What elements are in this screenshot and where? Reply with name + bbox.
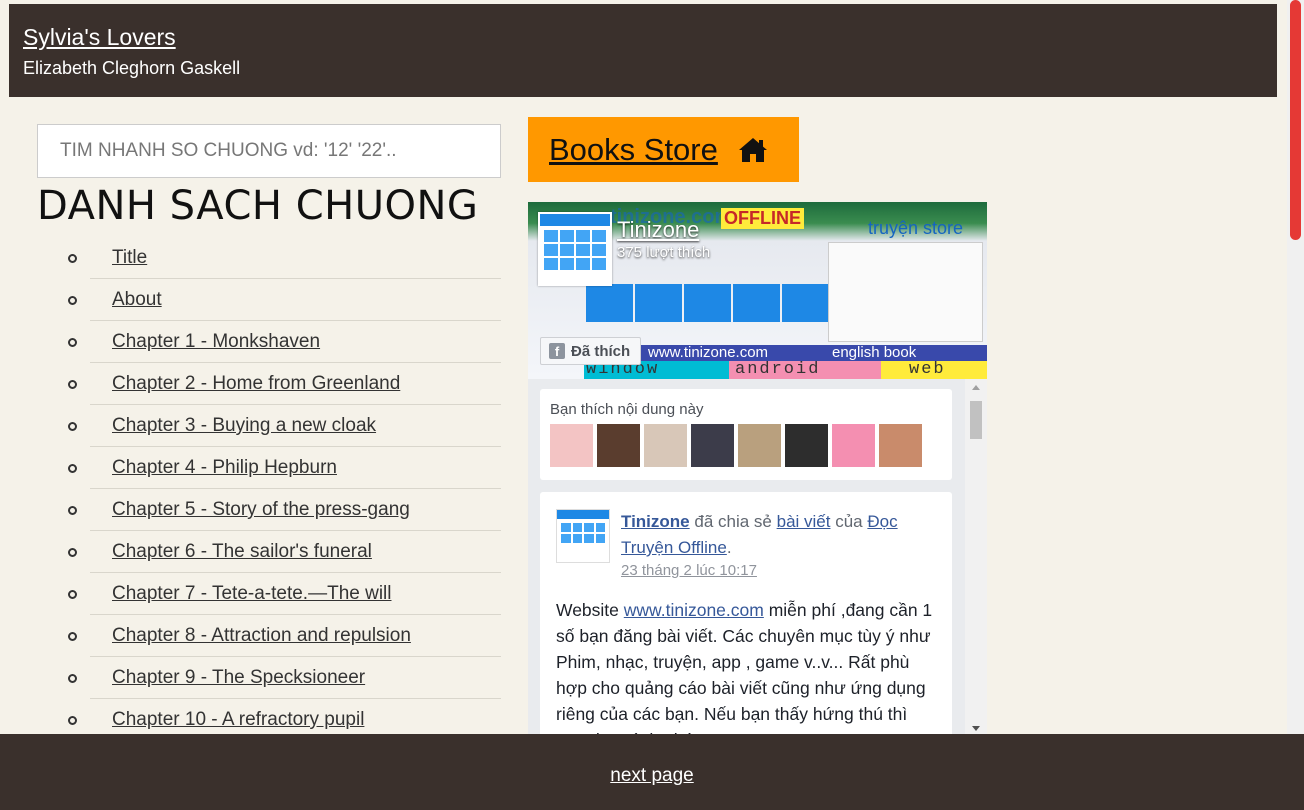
facebook-icon: f <box>549 343 565 359</box>
chapter-link[interactable]: Chapter 3 - Buying a new cloak <box>90 405 376 447</box>
cover-strip-blue: www.tinizone.com english book <box>584 345 987 361</box>
chapter-link[interactable]: Chapter 4 - Philip Hepburn <box>90 447 337 489</box>
fb-post-avatar[interactable] <box>556 509 610 563</box>
chapter-list-heading: DANH SACH CHUONG <box>37 183 479 229</box>
page-footer: next page <box>0 734 1304 810</box>
chapter-list-item: Chapter 8 - Attraction and repulsion <box>60 615 501 657</box>
fb-post-card: Tinizone đã chia sẻ bài viết của Đọc Tru… <box>540 492 952 734</box>
list-bullet-icon <box>68 590 77 599</box>
chapter-link[interactable]: Chapter 9 - The Specksioneer <box>90 657 365 699</box>
list-bullet-icon <box>68 548 77 557</box>
book-author: Elizabeth Cleghorn Gaskell <box>23 58 241 78</box>
friend-avatar[interactable] <box>597 424 640 467</box>
friend-avatar[interactable] <box>738 424 781 467</box>
fb-post-page-link[interactable]: Tinizone <box>621 512 690 531</box>
chapter-link[interactable]: Chapter 2 - Home from Greenland <box>90 363 400 405</box>
cover-tile <box>684 284 731 322</box>
facebook-page-widget: tinizone.com OFFLINE truyện store www.ti… <box>528 202 987 734</box>
friend-avatar[interactable] <box>550 424 593 467</box>
chapter-list-item: Title <box>60 237 501 279</box>
fb-post-body-text: miễn phí ,đang cần 1 số bạn đăng bài viế… <box>556 600 933 734</box>
chapter-list-item: Chapter 1 - Monkshaven <box>60 321 501 363</box>
cover-store-text: truyện store <box>868 218 964 238</box>
list-bullet-icon <box>68 464 77 473</box>
chapter-list-item: Chapter 4 - Philip Hepburn <box>60 447 501 489</box>
fb-post-timestamp[interactable]: 23 tháng 2 lúc 10:17 <box>621 561 936 581</box>
list-bullet-icon <box>68 380 77 389</box>
cover-tile <box>635 284 682 322</box>
fb-page-avatar[interactable] <box>538 212 612 286</box>
fb-friends-avatars <box>550 424 942 467</box>
cover-strip-english: english book <box>832 344 917 361</box>
fb-widget-scrollbar[interactable] <box>965 379 987 734</box>
chapter-link[interactable]: Chapter 5 - Story of the press-gang <box>90 489 410 531</box>
book-header: Sylvia's Lovers Elizabeth Cleghorn Gaske… <box>9 4 1277 97</box>
fb-page-like-count: 375 lượt thích <box>617 244 711 261</box>
home-icon <box>738 137 767 162</box>
chapter-list-item: Chapter 7 - Tete-a-tete.—The will <box>60 573 501 615</box>
chapter-list-item: Chapter 6 - The sailor's funeral <box>60 531 501 573</box>
cover-tile <box>586 284 633 322</box>
page-scrollbar[interactable] <box>1287 0 1304 734</box>
cover-strip-web: web <box>881 361 987 379</box>
chapter-link[interactable]: About <box>90 279 162 321</box>
chapter-list-item: About <box>60 279 501 321</box>
chapter-list-item: Chapter 3 - Buying a new cloak <box>60 405 501 447</box>
cover-offline-text: OFFLINE <box>721 208 804 229</box>
friend-avatar[interactable] <box>691 424 734 467</box>
cover-tile <box>782 284 829 322</box>
fb-post-body: Website www.tinizone.com miễn phí ,đang … <box>556 597 936 734</box>
chapter-link[interactable]: Chapter 6 - The sailor's funeral <box>90 531 372 573</box>
cover-strip-android: android <box>729 361 881 379</box>
friend-avatar[interactable] <box>785 424 828 467</box>
fb-page-name-link[interactable]: Tinizone <box>617 217 699 243</box>
list-bullet-icon <box>68 338 77 347</box>
fb-like-button[interactable]: f Đã thích <box>540 337 642 365</box>
page-scrollbar-thumb[interactable] <box>1290 0 1301 240</box>
list-bullet-icon <box>68 716 77 725</box>
list-bullet-icon <box>68 422 77 431</box>
fb-widget-scroll-thumb[interactable] <box>970 401 982 439</box>
cover-folder-window <box>828 242 983 342</box>
fb-post-meta: Tinizone đã chia sẻ bài viết của Đọc Tru… <box>621 509 936 581</box>
chapter-list-item: Chapter 2 - Home from Greenland <box>60 363 501 405</box>
chapter-list-item: Chapter 5 - Story of the press-gang <box>60 489 501 531</box>
cover-tile <box>733 284 780 322</box>
cover-strip-site: www.tinizone.com <box>648 344 769 361</box>
fb-cover-image[interactable]: tinizone.com OFFLINE truyện store www.ti… <box>528 202 987 379</box>
chapter-link[interactable]: Chapter 1 - Monkshaven <box>90 321 320 363</box>
chapter-link[interactable]: Title <box>90 237 147 279</box>
books-store-button[interactable]: Books Store <box>528 117 799 182</box>
list-bullet-icon <box>68 296 77 305</box>
friend-avatar[interactable] <box>644 424 687 467</box>
fb-post-body-url[interactable]: www.tinizone.com <box>624 600 764 620</box>
chapter-link[interactable]: Chapter 8 - Attraction and repulsion <box>90 615 411 657</box>
fb-post-body-prefix: Website <box>556 600 619 620</box>
friend-avatar[interactable] <box>879 424 922 467</box>
chapter-list-item: Chapter 9 - The Specksioneer <box>60 657 501 699</box>
fb-post-link[interactable]: bài viết <box>777 512 831 531</box>
chapter-list: Title About Chapter 1 - Monkshaven Chapter … <box>60 237 501 741</box>
fb-post-of-text: của <box>835 512 863 531</box>
scroll-down-arrow-icon[interactable] <box>972 726 980 731</box>
list-bullet-icon <box>68 674 77 683</box>
list-bullet-icon <box>68 506 77 515</box>
next-page-link[interactable]: next page <box>610 765 693 787</box>
fb-friends-label: Bạn thích nội dung này <box>550 401 704 418</box>
book-title-link[interactable]: Sylvia's Lovers <box>23 24 1263 50</box>
books-store-label: Books Store <box>549 131 718 167</box>
cover-strip-platforms: window android web <box>584 361 987 379</box>
fb-post-shared-text: đã chia sẻ <box>694 512 772 531</box>
chapter-link[interactable]: Chapter 7 - Tete-a-tete.—The will <box>90 573 392 615</box>
friend-avatar[interactable] <box>832 424 875 467</box>
scroll-up-arrow-icon[interactable] <box>972 385 980 390</box>
chapter-search-input[interactable] <box>37 124 501 178</box>
list-bullet-icon <box>68 254 77 263</box>
list-bullet-icon <box>68 632 77 641</box>
fb-like-button-label: Đã thích <box>571 342 631 360</box>
cover-app-tiles <box>586 284 829 322</box>
fb-friends-card: Bạn thích nội dung này <box>540 389 952 480</box>
